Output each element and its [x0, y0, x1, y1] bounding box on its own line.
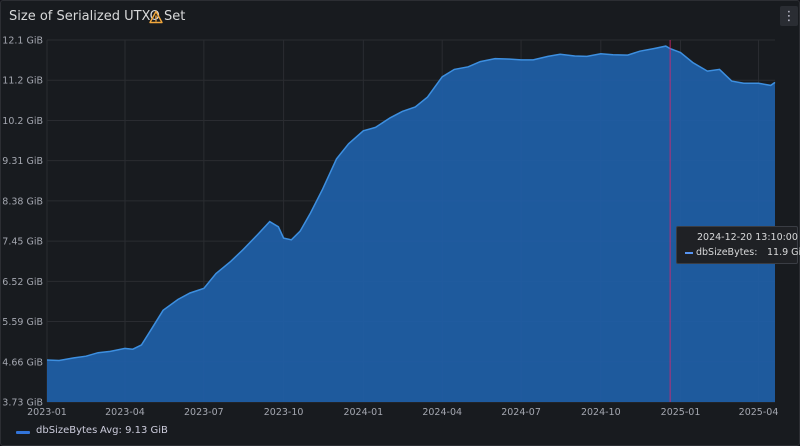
y-tick-label: 8.38 GiB	[2, 196, 43, 207]
tooltip-series-name: dbSizeBytes:	[696, 247, 758, 258]
y-axis: 12.1 GiB 11.2 GiB 10.2 GiB 9.31 GiB 8.38 GiB…	[2, 36, 43, 409]
legend-series-avg: Avg: 9.13 GiB	[100, 425, 168, 436]
legend-swatch	[16, 431, 30, 434]
y-tick-label: 5.59 GiB	[2, 317, 43, 328]
y-tick-label: 11.2 GiB	[2, 76, 43, 87]
x-tick-label: 2024-04	[422, 407, 462, 418]
x-tick-label: 2024-07	[501, 407, 541, 418]
x-tick-label: 2024-10	[581, 407, 621, 418]
x-tick-label: 2025-01	[661, 407, 701, 418]
hover-tooltip: 2024-12-20 13:10:00 dbSizeBytes: 11.9 Gi…	[676, 226, 800, 264]
x-tick-label: 2025-04	[739, 407, 779, 418]
series-area	[47, 46, 775, 402]
y-tick-label: 4.66 GiB	[2, 357, 43, 368]
series-layer	[46, 45, 776, 402]
tooltip-value: 11.9 GiB	[767, 247, 800, 258]
legend-series-name[interactable]: dbSizeBytes	[36, 425, 97, 436]
y-tick-label: 6.52 GiB	[2, 277, 43, 288]
y-tick-label: 7.45 GiB	[2, 237, 43, 248]
panel-menu-button[interactable]: ⋮	[780, 6, 798, 26]
y-tick-label: 9.31 GiB	[2, 156, 43, 167]
y-tick-label: 10.2 GiB	[2, 116, 43, 127]
x-tick-label: 2023-07	[184, 407, 224, 418]
tooltip-time: 2024-12-20 13:10:00	[697, 232, 798, 243]
x-tick-label: 2023-10	[264, 407, 304, 418]
vertical-ellipsis-icon: ⋮	[782, 8, 796, 24]
y-tick-label: 12.1 GiB	[2, 36, 43, 47]
tooltip-series-swatch	[685, 252, 693, 254]
panel-header: Size of Serialized UTXO Set ⋮	[1, 1, 799, 33]
x-tick-label: 2023-04	[105, 407, 145, 418]
warning-triangle-icon[interactable]	[149, 9, 163, 24]
x-tick-label: 2023-01	[27, 407, 67, 418]
x-tick-label: 2024-01	[343, 407, 383, 418]
x-axis: 2023-01 2023-04 2023-07 2023-10 2024-01 2024-…	[27, 407, 778, 418]
